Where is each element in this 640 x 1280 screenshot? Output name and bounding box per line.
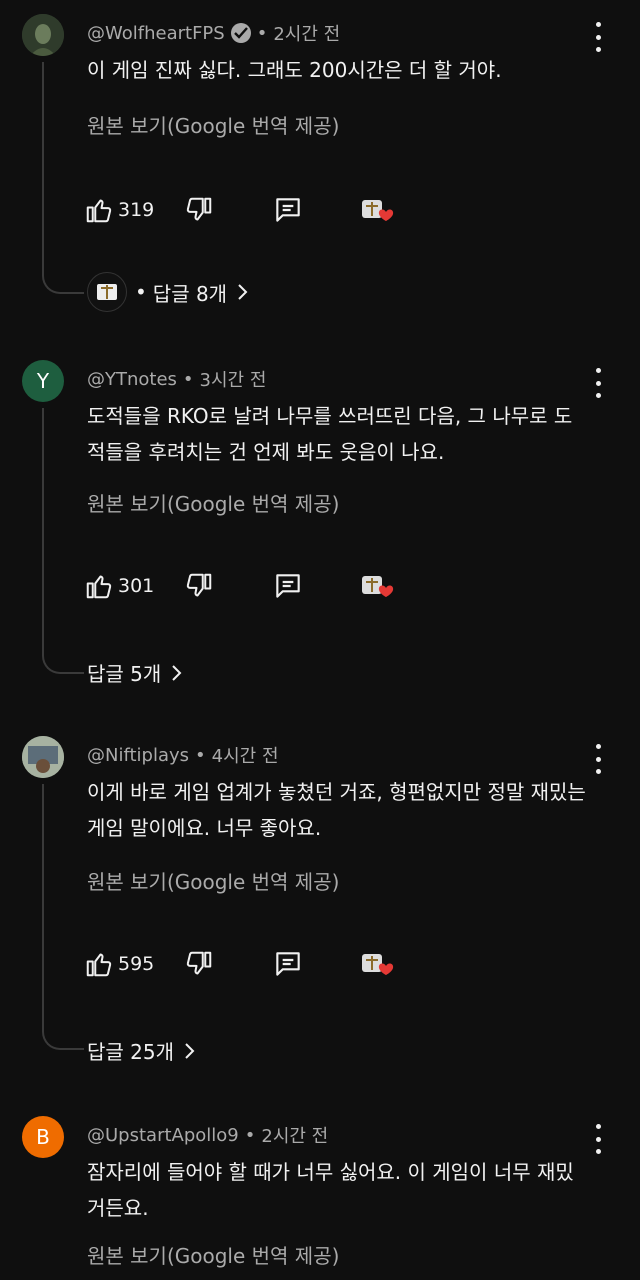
reply-icon xyxy=(276,574,300,598)
comment-time: 2시간 전 xyxy=(261,1126,329,1147)
more-options-icon[interactable] xyxy=(586,744,610,774)
comment-text: 잠자리에 들어야 할 때가 너무 싫어요. 이 게임이 너무 재밌거든요. xyxy=(87,1160,574,1220)
more-options-icon[interactable] xyxy=(586,368,610,398)
creator-heart-icon xyxy=(362,954,394,975)
view-replies-button[interactable]: • 답글 8개 xyxy=(87,272,249,312)
avatar-letter: B xyxy=(36,1125,50,1149)
see-original-link[interactable]: 원본 보기(Google 번역 제공) xyxy=(87,1240,339,1269)
dislike-button[interactable] xyxy=(184,944,214,984)
creator-avatar xyxy=(87,272,127,312)
creator-heart-icon xyxy=(362,576,394,597)
thread-line xyxy=(42,784,84,1050)
reply-button[interactable] xyxy=(272,566,304,606)
like-button[interactable]: 301 xyxy=(84,566,154,606)
chevron-right-icon xyxy=(238,284,248,300)
thumbs-up-icon xyxy=(86,199,112,223)
replies-count: 답글 25개 xyxy=(87,1040,175,1064)
see-original-link[interactable]: 원본 보기(Google 번역 제공) xyxy=(87,110,339,139)
like-count: 319 xyxy=(118,199,155,221)
dislike-button[interactable] xyxy=(184,566,214,606)
creator-heart xyxy=(360,190,400,230)
thread-line xyxy=(42,62,84,294)
see-original-link[interactable]: 원본 보기(Google 번역 제공) xyxy=(87,866,339,895)
thumbs-down-icon xyxy=(186,197,212,221)
dislike-button[interactable] xyxy=(184,190,214,230)
avatar-letter: Y xyxy=(36,369,50,393)
more-options-icon[interactable] xyxy=(586,1124,610,1154)
comment-time: 2시간 전 xyxy=(273,24,341,45)
comment-time: 3시간 전 xyxy=(199,370,267,391)
like-button[interactable]: 595 xyxy=(84,944,154,984)
like-count: 595 xyxy=(118,953,155,975)
comment-meta: @Niftiplays • 4시간 전 xyxy=(87,742,279,768)
comment-author[interactable]: @UpstartApollo9 xyxy=(87,1125,239,1146)
like-button[interactable]: 319 xyxy=(84,190,154,230)
thread-line xyxy=(42,408,84,674)
reply-icon xyxy=(276,952,300,976)
view-replies-button[interactable]: 답글 5개 xyxy=(87,658,183,687)
like-count: 301 xyxy=(118,575,155,597)
replies-separator: • xyxy=(135,280,147,304)
comment-text: 이게 바로 게임 업계가 놓쳤던 거죠, 형편없지만 정말 재밌는 게임 말이에… xyxy=(87,780,586,840)
comment-actions: 319 xyxy=(84,190,504,230)
more-options-icon[interactable] xyxy=(586,22,610,52)
comment-meta: @WolfheartFPS • 2시간 전 xyxy=(87,20,340,46)
verified-icon xyxy=(230,23,251,43)
thumbs-down-icon xyxy=(186,573,212,597)
creator-heart xyxy=(360,566,400,606)
avatar[interactable]: B xyxy=(22,1116,64,1158)
comment-author[interactable]: @Niftiplays xyxy=(87,745,189,766)
comment-author[interactable]: @WolfheartFPS xyxy=(87,23,225,44)
thumbs-down-icon xyxy=(186,951,212,975)
view-replies-button[interactable]: 답글 25개 xyxy=(87,1036,196,1065)
comment-actions: 301 xyxy=(84,566,504,606)
see-original-link[interactable]: 원본 보기(Google 번역 제공) xyxy=(87,488,339,517)
thumbs-up-icon xyxy=(86,953,112,977)
comment-meta: @UpstartApollo9 • 2시간 전 xyxy=(87,1122,328,1148)
chevron-right-icon xyxy=(185,1042,195,1059)
comment-meta: @YTnotes • 3시간 전 xyxy=(87,366,266,392)
creator-heart-icon xyxy=(362,200,394,221)
avatar[interactable] xyxy=(22,14,64,56)
avatar[interactable] xyxy=(22,736,64,778)
avatar[interactable]: Y xyxy=(22,360,64,402)
comment-time: 4시간 전 xyxy=(211,746,279,767)
comment-actions: 595 xyxy=(84,944,504,984)
reply-button[interactable] xyxy=(272,190,304,230)
reply-icon xyxy=(276,198,300,222)
comment-author[interactable]: @YTnotes xyxy=(87,369,177,390)
reply-button[interactable] xyxy=(272,944,304,984)
replies-count: 답글 8개 xyxy=(152,281,228,306)
comment-text: 이 게임 진짜 싫다. 그래도 200시간은 더 할 거야. xyxy=(87,58,502,82)
replies-count: 답글 5개 xyxy=(87,662,162,686)
creator-heart xyxy=(360,944,400,984)
chevron-right-icon xyxy=(172,664,182,681)
comment-text: 도적들을 RKO로 날려 나무를 쓰러뜨린 다음, 그 나무로 도적들을 후려치… xyxy=(87,404,573,464)
thumbs-up-icon xyxy=(86,575,112,599)
